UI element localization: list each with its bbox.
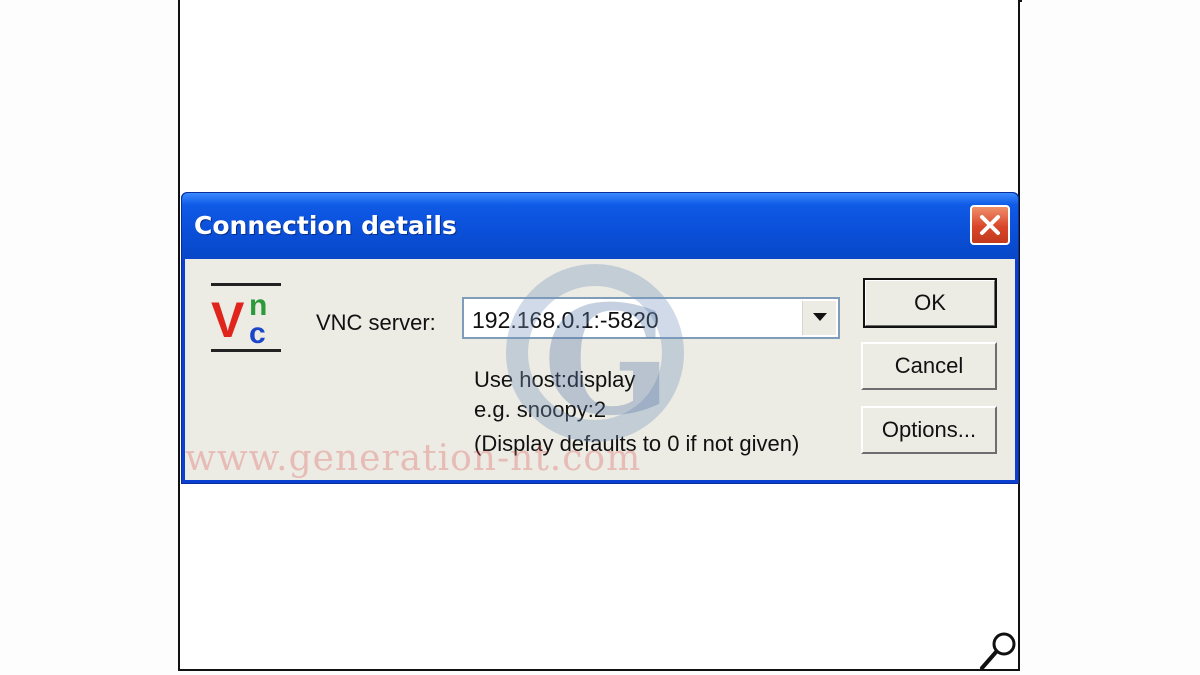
logo-letter-c: c bbox=[249, 317, 266, 350]
logo-letter-v: V bbox=[211, 292, 245, 348]
dialog-body: V n c VNC server: 192.168.0.1:-5820 Use … bbox=[185, 259, 1015, 480]
dialog-title: Connection details bbox=[194, 211, 457, 240]
options-button[interactable]: Options... bbox=[861, 406, 997, 454]
title-bar[interactable]: Connection details bbox=[182, 193, 1018, 259]
dropdown-button[interactable] bbox=[802, 301, 836, 335]
vnc-server-label: VNC server: bbox=[316, 310, 436, 335]
cancel-button[interactable]: Cancel bbox=[861, 342, 997, 390]
vnc-server-combobox[interactable]: 192.168.0.1:-5820 bbox=[462, 297, 840, 339]
hint-text-line3: (Display defaults to 0 if not given) bbox=[474, 431, 800, 456]
ok-button[interactable]: OK bbox=[863, 278, 997, 328]
hint-text-line2: e.g. snoopy:2 bbox=[474, 397, 607, 422]
close-icon bbox=[980, 215, 1000, 235]
magnifier-icon bbox=[980, 632, 1016, 670]
vnc-logo: V n c bbox=[211, 283, 281, 352]
connection-dialog: Connection details V n c VNC server: 192… bbox=[181, 192, 1019, 484]
vnc-server-input[interactable]: 192.168.0.1:-5820 bbox=[472, 307, 659, 334]
close-button[interactable] bbox=[970, 205, 1010, 245]
hint-text-line1: Use host:display bbox=[474, 367, 636, 392]
chevron-down-icon bbox=[813, 313, 827, 321]
